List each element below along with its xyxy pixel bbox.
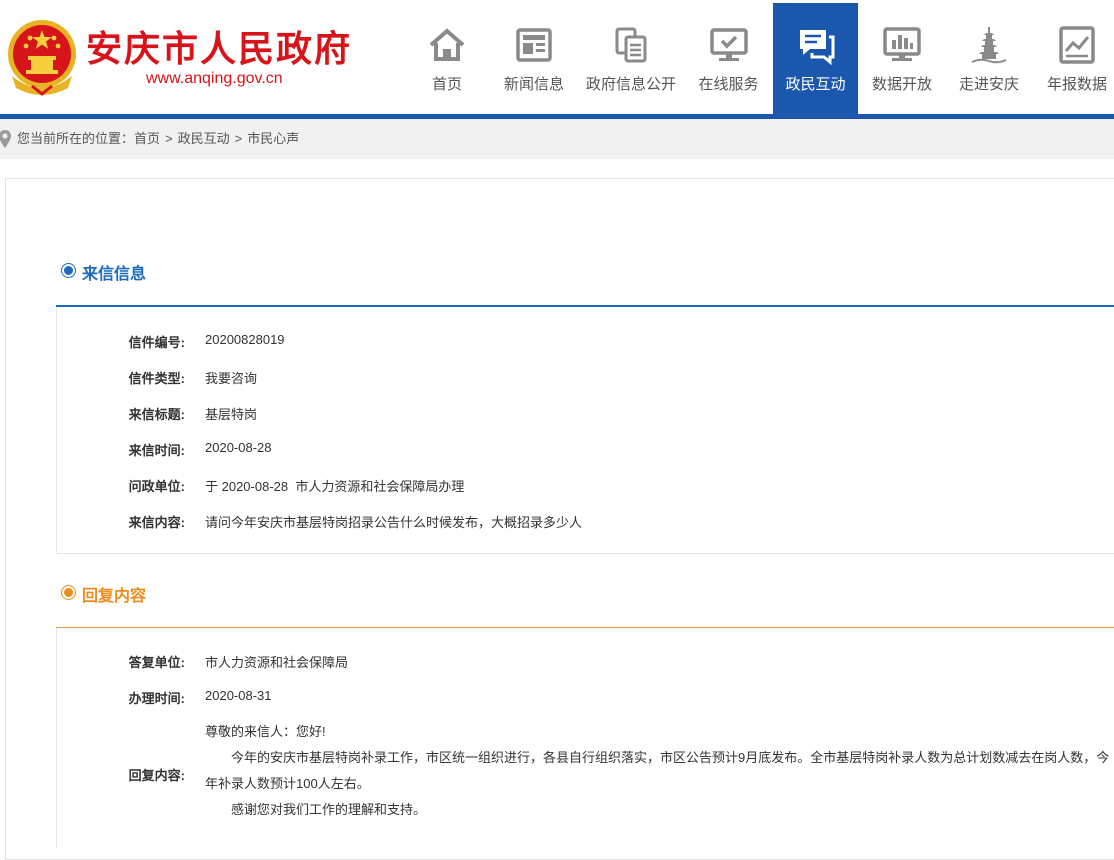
section-bullet-icon	[62, 264, 75, 277]
nav-label-gov-info: 政府信息公开	[585, 76, 676, 93]
breadcrumb-prefix: 您当前所在的位置：	[17, 131, 135, 146]
chat-bubble-icon	[799, 30, 834, 65]
nav-label-open-data: 数据开放	[871, 76, 932, 93]
newspaper-icon	[516, 28, 552, 62]
nav-item-open-data[interactable]: 数据开放	[858, 3, 946, 114]
breadcrumb-separator: >	[165, 131, 173, 146]
letter-time-label: 来信时间:	[128, 443, 185, 458]
reply-unit-label: 答复单位:	[128, 655, 185, 670]
nav-item-news[interactable]: 新闻信息	[490, 3, 578, 114]
reply-section-title: 回复内容	[82, 588, 147, 605]
location-pin-icon	[0, 130, 11, 148]
breadcrumb-bar: 您当前所在的位置：首页 > 政民互动 > 市民心声	[0, 119, 1114, 159]
bar-chart-monitor-icon	[883, 27, 921, 61]
nav-label-home: 首页	[431, 76, 462, 93]
letter-row-content: 来信内容: 请问今年安庆市基层特岗招录公告什么时候发布，大概招录多少人	[57, 503, 1114, 539]
section-bullet-icon	[62, 586, 75, 599]
breadcrumb-separator: >	[234, 131, 243, 146]
letter-type-label: 信件类型:	[128, 371, 185, 386]
letter-row-id: 信件编号: 20200828019	[57, 323, 1114, 359]
letter-time-value: 2020-08-28	[205, 440, 272, 455]
reply-time-value: 2020-08-31	[205, 688, 272, 703]
letter-row-time: 来信时间: 2020-08-28	[57, 431, 1114, 467]
letter-section-title: 来信信息	[82, 266, 147, 283]
nav-item-annual-report[interactable]: 年报数据	[1032, 3, 1114, 114]
breadcrumb-text: 您当前所在的位置：首页 > 政民互动 > 市民心声	[17, 119, 299, 159]
site-header: 安庆市人民政府 www.anqing.gov.cn 首页 新闻信息 政府信息公开…	[0, 0, 1114, 114]
letter-row-unit: 问政单位: 于 2020-08-28 市人力资源和社会保障局办理	[57, 467, 1114, 503]
national-emblem-icon	[8, 20, 76, 96]
nav-item-gov-info[interactable]: 政府信息公开	[578, 3, 684, 114]
home-icon	[429, 28, 465, 61]
letter-title-label: 来信标题:	[128, 407, 185, 422]
nav-item-about-anqing[interactable]: 走进安庆	[946, 3, 1032, 114]
breadcrumb-link-home[interactable]: 首页	[134, 131, 160, 146]
letter-type-value: 我要咨询	[205, 371, 258, 386]
reply-content-label: 回复内容:	[128, 768, 185, 783]
nav-item-online-service[interactable]: 在线服务	[684, 3, 773, 114]
nav-item-interaction[interactable]: 政民互动	[773, 3, 858, 114]
letter-unit-value: 于 2020-08-28 市人力资源和社会保障局办理	[205, 479, 465, 494]
site-title[interactable]: 安庆市人民政府	[86, 20, 352, 72]
reply-content-text: 尊敬的来信人：您好! 今年的安庆市基层特岗补录工作，市区统一组织进行，各县自行组…	[205, 719, 1114, 823]
letter-content-value: 请问今年安庆市基层特岗招录公告什么时候发布，大概招录多少人	[205, 515, 583, 530]
reply-greeting: 尊敬的来信人：您好!	[205, 724, 326, 739]
site-url[interactable]: www.anqing.gov.cn	[146, 70, 283, 88]
monitor-check-icon	[709, 28, 748, 61]
nav-label-online-service: 在线服务	[698, 76, 759, 93]
letter-unit-label: 问政单位:	[128, 479, 185, 494]
nav-item-home[interactable]: 首页	[404, 3, 490, 114]
reply-closing: 感谢您对我们工作的理解和支持。	[231, 802, 427, 817]
breadcrumb-link-interaction[interactable]: 政民互动	[178, 131, 230, 146]
nav-label-news: 新闻信息	[503, 76, 564, 93]
breadcrumb-link-citizen-voice[interactable]: 市民心声	[247, 131, 299, 146]
reply-unit-value: 市人力资源和社会保障局	[205, 655, 349, 670]
nav-label-about-anqing: 走进安庆	[958, 76, 1019, 93]
documents-icon	[615, 27, 647, 63]
pagoda-icon	[971, 27, 1007, 64]
reply-info-box: 答复单位: 市人力资源和社会保障局 办理时间: 2020-08-31 回复内容:…	[56, 628, 1114, 848]
reply-body-paragraph: 今年的安庆市基层特岗补录工作，市区统一组织进行，各县自行组织落实，市区公告预计9…	[205, 750, 1110, 791]
letter-id-value: 20200828019	[205, 332, 285, 347]
reply-row-time: 办理时间: 2020-08-31	[57, 679, 1114, 715]
report-chart-icon	[1059, 26, 1095, 64]
reply-row-content: 回复内容: 尊敬的来信人：您好! 今年的安庆市基层特岗补录工作，市区统一组织进行…	[57, 719, 1114, 829]
nav-label-annual-report: 年报数据	[1046, 76, 1107, 93]
reply-row-unit: 答复单位: 市人力资源和社会保障局	[57, 643, 1114, 679]
nav-label-interaction: 政民互动	[785, 76, 846, 93]
letter-id-label: 信件编号:	[128, 335, 185, 350]
letter-title-value: 基层特岗	[205, 407, 258, 422]
letter-row-type: 信件类型: 我要咨询	[57, 359, 1114, 395]
reply-time-label: 办理时间:	[128, 691, 185, 706]
letter-content-label: 来信内容:	[128, 515, 185, 530]
letter-info-box: 信件编号: 20200828019 信件类型: 我要咨询 来信标题: 基层特岗 …	[56, 307, 1114, 554]
letter-row-title: 来信标题: 基层特岗	[57, 395, 1114, 431]
